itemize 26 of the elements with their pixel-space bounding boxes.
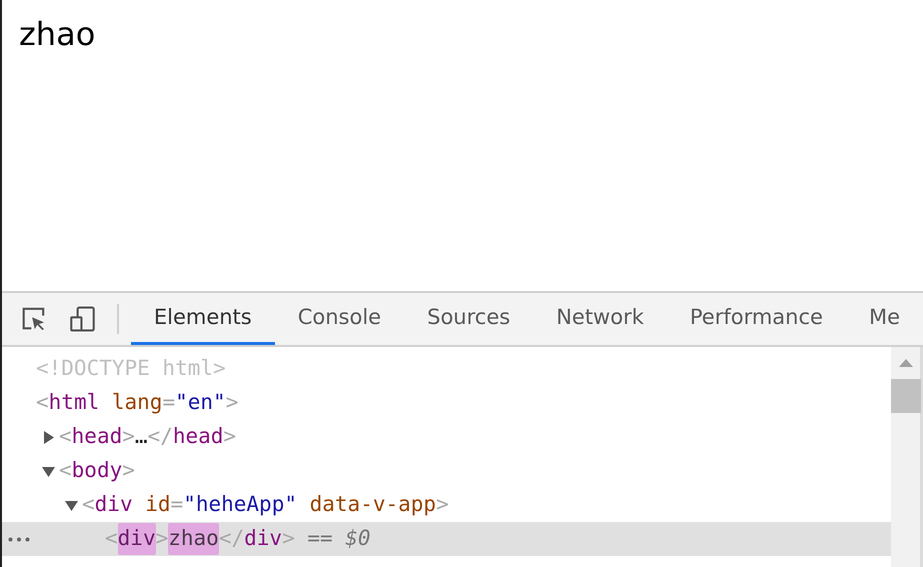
element-picker-icon[interactable] (22, 305, 46, 333)
dom-node-text: <head>…</head> (59, 423, 236, 450)
scrollbar-thumb[interactable] (890, 379, 920, 413)
dom-node-row[interactable]: <div>zhao</div> == $0 (2, 522, 891, 556)
devtools-tab[interactable]: Me (846, 293, 923, 345)
expanded-triangle-icon[interactable] (65, 498, 78, 512)
dom-node-text: <div id="heheApp" data-v-app> (82, 491, 449, 518)
dom-node-row[interactable]: <head>…</head> (2, 420, 891, 454)
devtools-tab[interactable]: Performance (666, 293, 846, 345)
ellipsis-icon[interactable] (8, 537, 30, 542)
dom-node-text: <div>zhao</div> == $0 (105, 523, 371, 555)
devtools-tab[interactable]: Sources (404, 293, 534, 345)
page-text: zhao (19, 15, 96, 53)
devtools-tab[interactable]: Console (274, 293, 404, 345)
scrollbar[interactable] (891, 347, 923, 567)
dom-node-row[interactable]: <body> (2, 454, 891, 488)
devtools-tab[interactable]: Network (533, 293, 667, 345)
expanded-triangle-icon[interactable] (42, 464, 55, 478)
devtools-tab[interactable]: Elements (130, 293, 275, 345)
dom-node-text: <body> (59, 457, 135, 484)
dom-node-row[interactable]: <html lang="en"> (2, 386, 891, 420)
dom-node-text: <html lang="en"> (36, 389, 238, 416)
device-icon[interactable] (70, 304, 96, 334)
dom-node-row[interactable]: <div id="heheApp" data-v-app> (2, 488, 891, 522)
collapsed-triangle-icon[interactable] (42, 430, 55, 444)
dom-node-text: <!DOCTYPE html> (36, 355, 226, 382)
